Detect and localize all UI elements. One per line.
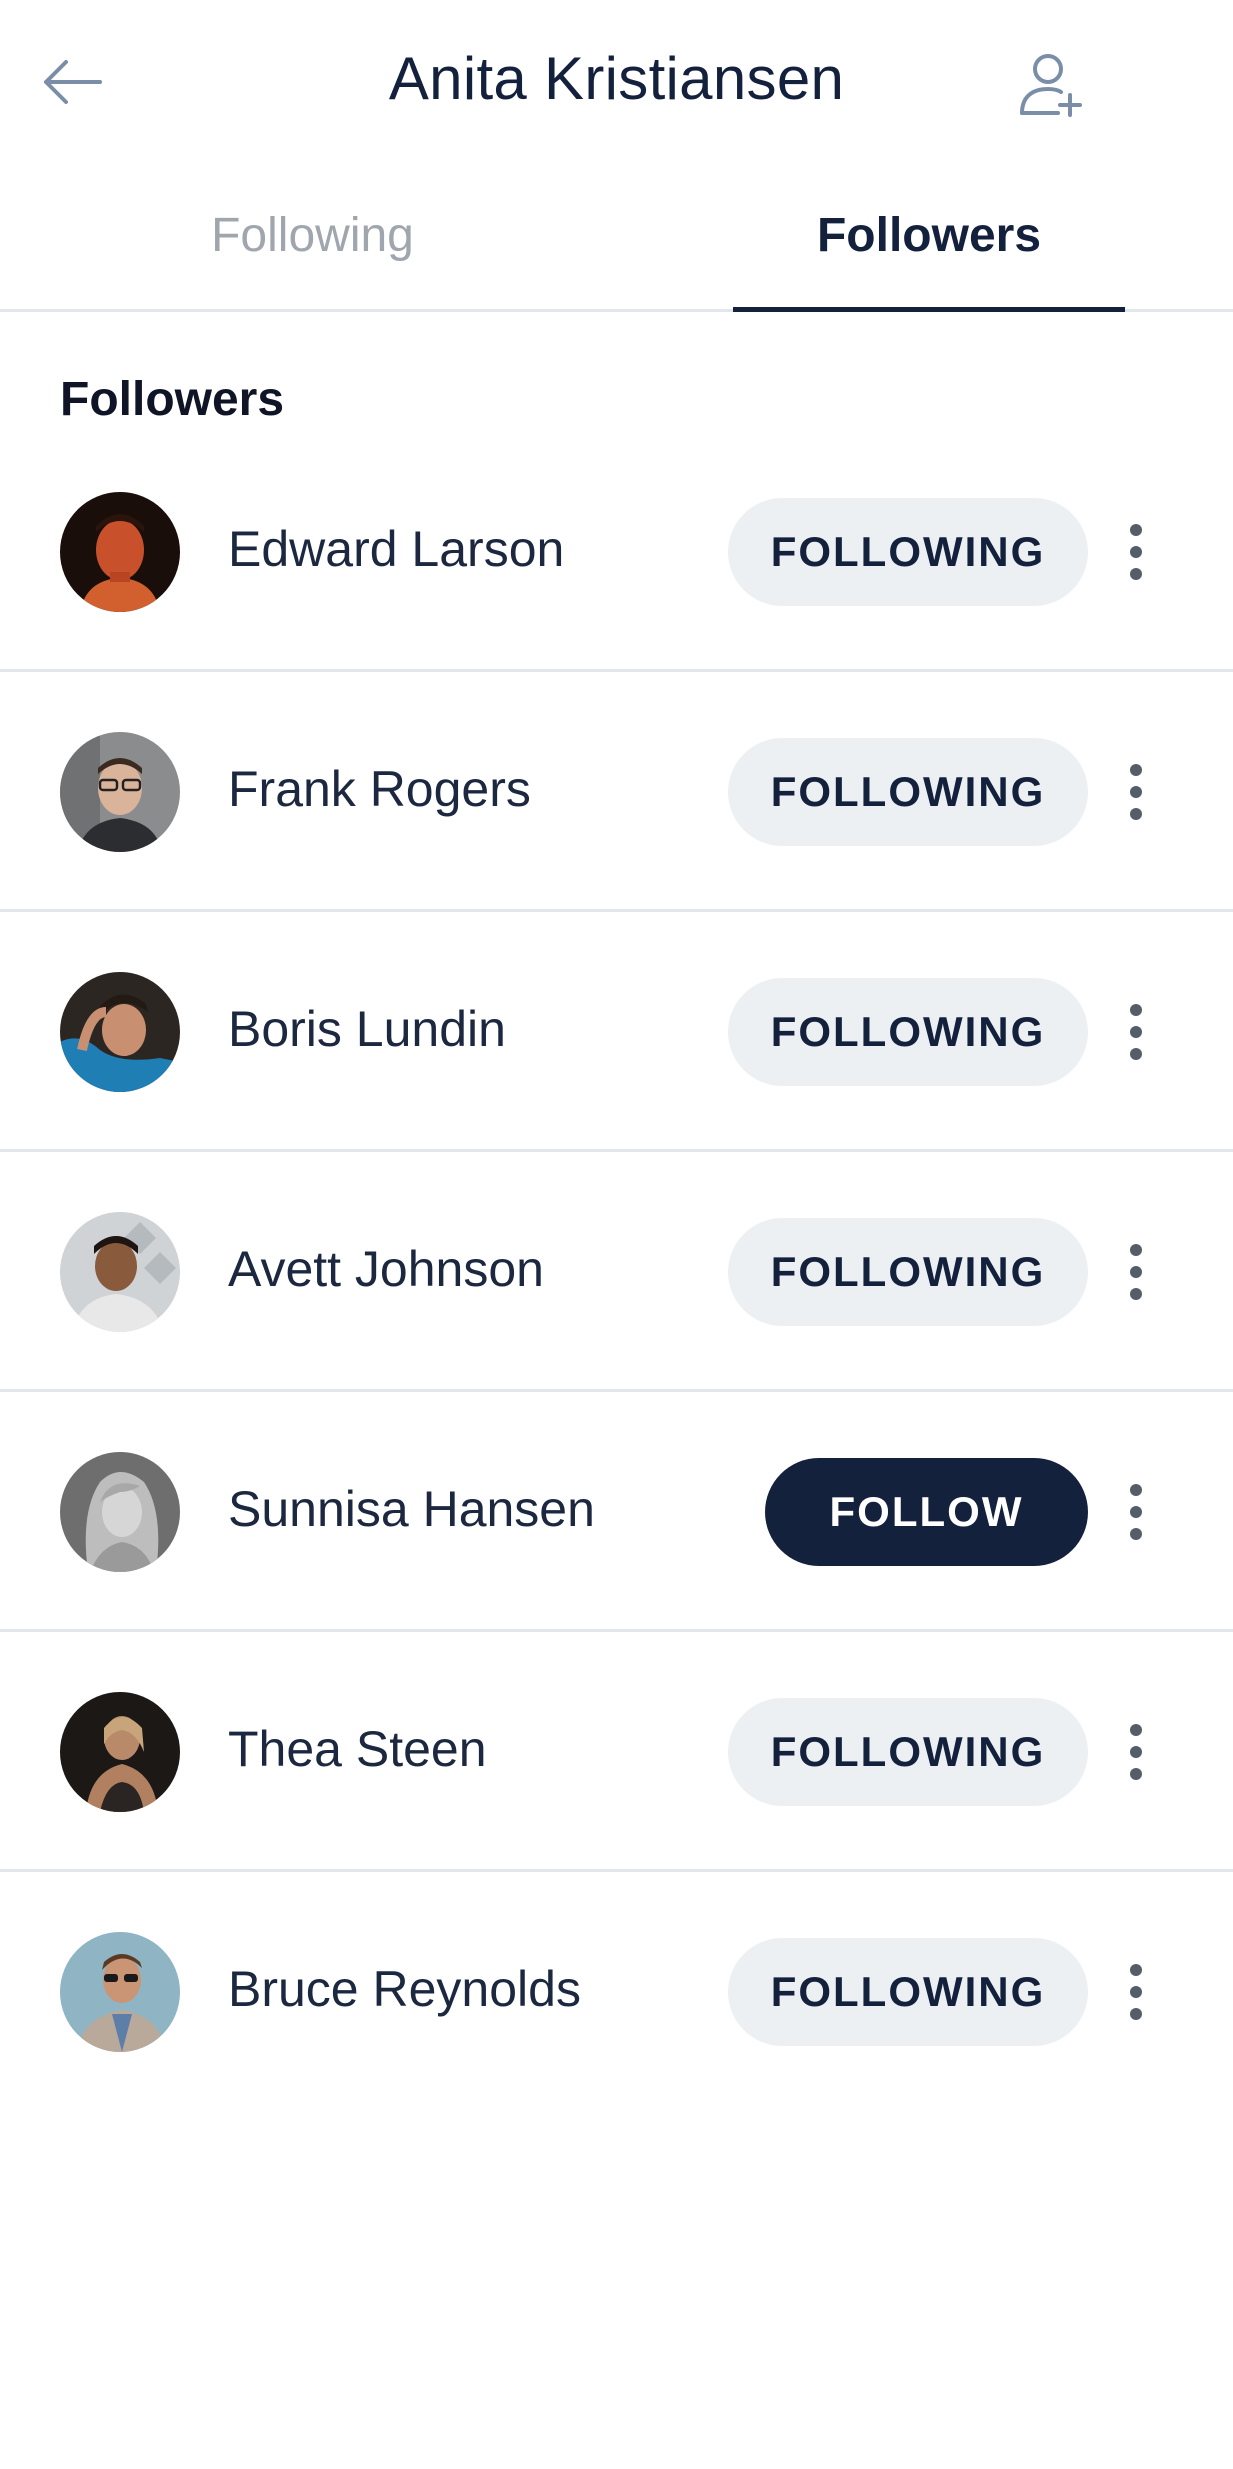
follower-name[interactable]: Thea Steen xyxy=(228,1720,487,1778)
follow-button[interactable]: FOLLOW xyxy=(765,1458,1088,1566)
more-options-icon[interactable] xyxy=(1120,752,1152,832)
section-title: Followers xyxy=(60,373,285,426)
list-item[interactable]: Bruce Reynolds FOLLOWING xyxy=(0,1872,1233,2112)
list-item[interactable]: Thea Steen FOLLOWING xyxy=(0,1632,1233,1872)
tab-followers[interactable]: Followers xyxy=(733,208,1125,263)
list-item[interactable]: Frank Rogers FOLLOWING xyxy=(0,672,1233,912)
user-plus-icon xyxy=(1020,54,1082,117)
list-item[interactable]: Boris Lundin FOLLOWING xyxy=(0,912,1233,1152)
follower-name[interactable]: Bruce Reynolds xyxy=(228,1960,581,2018)
follower-name[interactable]: Avett Johnson xyxy=(228,1240,544,1298)
following-button[interactable]: FOLLOWING xyxy=(728,1938,1088,2046)
following-button[interactable]: FOLLOWING xyxy=(728,1218,1088,1326)
following-button[interactable]: FOLLOWING xyxy=(728,1698,1088,1806)
avatar xyxy=(60,732,180,852)
app-header: Anita Kristiansen xyxy=(0,0,1233,168)
follower-name[interactable]: Boris Lundin xyxy=(228,1000,506,1058)
avatar xyxy=(60,1932,180,2052)
avatar xyxy=(60,1212,180,1332)
list-item[interactable]: Edward Larson FOLLOWING xyxy=(0,432,1233,672)
following-button[interactable]: FOLLOWING xyxy=(728,738,1088,846)
avatar xyxy=(60,1692,180,1812)
following-button[interactable]: FOLLOWING xyxy=(728,978,1088,1086)
list-item[interactable]: Sunnisa Hansen FOLLOW xyxy=(0,1392,1233,1632)
tab-bar: Following Followers xyxy=(0,168,1233,312)
more-options-icon[interactable] xyxy=(1120,512,1152,592)
avatar xyxy=(60,1452,180,1572)
more-options-icon[interactable] xyxy=(1120,992,1152,1072)
more-options-icon[interactable] xyxy=(1120,1952,1152,2032)
active-tab-indicator xyxy=(733,307,1125,312)
follower-name[interactable]: Sunnisa Hansen xyxy=(228,1480,595,1538)
list-item[interactable]: Avett Johnson FOLLOWING xyxy=(0,1152,1233,1392)
add-user-button[interactable] xyxy=(1015,48,1087,120)
followers-list: Edward Larson FOLLOWING Frank Rogers FOL… xyxy=(0,432,1233,2112)
avatar xyxy=(60,972,180,1092)
more-options-icon[interactable] xyxy=(1120,1472,1152,1552)
follower-name[interactable]: Edward Larson xyxy=(228,520,564,578)
more-options-icon[interactable] xyxy=(1120,1712,1152,1792)
following-button[interactable]: FOLLOWING xyxy=(728,498,1088,606)
more-options-icon[interactable] xyxy=(1120,1232,1152,1312)
follower-name[interactable]: Frank Rogers xyxy=(228,760,531,818)
avatar xyxy=(60,492,180,612)
tab-following[interactable]: Following xyxy=(110,208,515,263)
followers-screen: Anita Kristiansen Following Followers Fo… xyxy=(0,0,1233,2469)
